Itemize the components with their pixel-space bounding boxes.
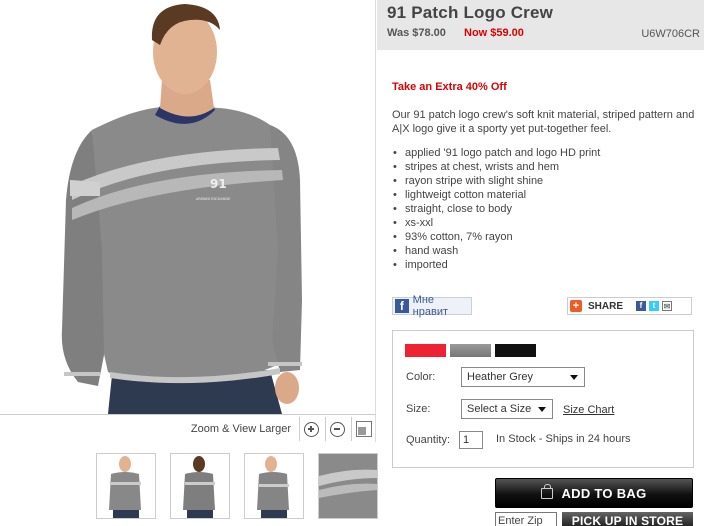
color-label: Color:: [406, 371, 436, 383]
product-sku: U6W706CR: [641, 28, 700, 40]
thumbnail-2[interactable]: [170, 453, 230, 519]
feature-item: lightweigt cotton material: [392, 188, 600, 202]
swatch-black[interactable]: [495, 344, 536, 357]
email-share-icon[interactable]: ✉: [662, 301, 673, 311]
product-description: Our 91 patch logo crew's soft knit mater…: [392, 109, 695, 135]
size-select-value: Select a Size: [467, 403, 532, 415]
zoom-in-icon: [304, 421, 319, 437]
feature-item: applied '91 logo patch and logo HD print: [392, 146, 600, 160]
color-select[interactable]: Heather Grey: [461, 367, 585, 387]
like-label: Мне нравит: [412, 294, 449, 318]
add-to-bag-label: ADD TO BAG: [561, 485, 647, 501]
add-to-bag-button[interactable]: ADD TO BAG: [495, 478, 693, 508]
feature-item: xs-xxl: [392, 216, 600, 230]
thumbnail-1[interactable]: [96, 453, 156, 519]
zoom-out-icon: [330, 421, 345, 437]
share-button[interactable]: + SHARE f t ✉: [567, 297, 692, 315]
feature-item: stripes at chest, wrists and hem: [392, 160, 600, 174]
share-label: SHARE: [588, 300, 624, 312]
chevron-down-icon: [570, 375, 578, 380]
product-header: 91 Patch Logo Crew Was $78.00 Now $59.00…: [377, 0, 704, 50]
size-select[interactable]: Select a Size: [461, 399, 553, 419]
purchase-options: Color: Heather Grey Size: Select a Size …: [392, 330, 694, 468]
zoom-label[interactable]: Zoom & View Larger: [191, 423, 291, 435]
patch-logo: 91: [210, 177, 227, 191]
feature-item: rayon stripe with slight shine: [392, 174, 600, 188]
chevron-down-icon: [538, 407, 546, 412]
facebook-share-icon[interactable]: f: [636, 301, 647, 311]
feature-list: applied '91 logo patch and logo HD print…: [392, 146, 600, 272]
stock-status: In Stock - Ships in 24 hours: [496, 433, 631, 445]
zoom-bar: Zoom & View Larger: [0, 414, 376, 442]
thumbnail-4[interactable]: [318, 453, 378, 519]
swatch-red[interactable]: [405, 344, 446, 357]
feature-item: straight, close to body: [392, 202, 600, 216]
logo-print: ARMANI EXCHANGE: [196, 197, 230, 201]
pick-up-in-store-button[interactable]: PICK UP IN STORE: [562, 512, 693, 526]
size-label: Size:: [406, 403, 431, 415]
thumbnail-3[interactable]: [244, 453, 304, 519]
feature-item: hand wash: [392, 244, 600, 258]
product-main-image[interactable]: 91 ARMANI EXCHANGE: [0, 0, 376, 414]
addthis-plus-icon: +: [570, 300, 582, 312]
feature-item: 93% cotton, 7% rayon: [392, 230, 600, 244]
facebook-icon: f: [395, 299, 409, 313]
now-price: Now $59.00: [464, 27, 524, 39]
facebook-like-button[interactable]: f Мне нравит: [392, 294, 472, 318]
color-select-value: Heather Grey: [467, 371, 534, 383]
zoom-out-button[interactable]: [325, 417, 349, 441]
zoom-in-button[interactable]: [299, 417, 323, 441]
zip-input[interactable]: Enter Zip: [495, 512, 557, 526]
swatch-grey[interactable]: [450, 344, 491, 357]
quantity-input[interactable]: 1: [459, 431, 483, 449]
fullscreen-icon: [355, 421, 372, 437]
shopping-bag-icon: [541, 483, 554, 499]
size-chart-link[interactable]: Size Chart: [563, 404, 614, 416]
promo-text: Take an Extra 40% Off: [392, 81, 507, 93]
was-price: Was $78.00: [387, 27, 446, 39]
product-title: 91 Patch Logo Crew: [387, 3, 554, 22]
twitter-share-icon[interactable]: t: [649, 301, 660, 311]
fullscreen-button[interactable]: [351, 417, 375, 441]
quantity-label: Quantity:: [406, 434, 451, 446]
feature-item: imported: [392, 258, 600, 272]
